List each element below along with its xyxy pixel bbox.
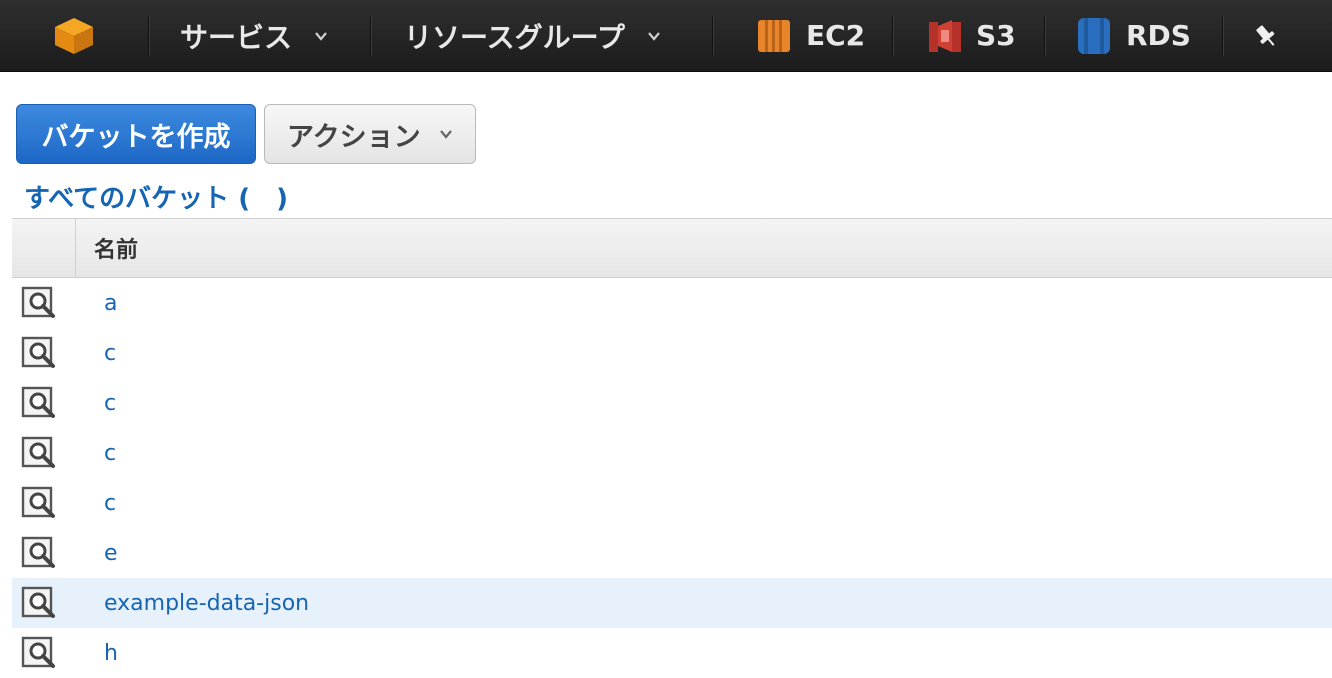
table-row[interactable]: example-data-json	[12, 578, 1332, 628]
chevron-down-icon	[648, 31, 660, 41]
services-menu[interactable]: サービス	[150, 0, 370, 72]
bucket-name-link[interactable]: e	[76, 541, 118, 566]
shortcut-s3[interactable]: S3	[894, 0, 1044, 72]
bucket-magnifier-icon[interactable]	[12, 536, 76, 570]
bucket-magnifier-icon[interactable]	[12, 286, 76, 320]
bucket-magnifier-icon[interactable]	[12, 436, 76, 470]
all-buckets-title-suffix: )	[276, 184, 288, 214]
table-row[interactable]: a	[12, 278, 1332, 328]
pin-icon[interactable]	[1224, 0, 1304, 72]
chevron-down-icon	[439, 130, 452, 139]
ec2-label: EC2	[806, 19, 866, 52]
actions-dropdown[interactable]: アクション	[264, 104, 476, 164]
column-header-name[interactable]: 名前	[76, 219, 138, 277]
bucket-magnifier-icon[interactable]	[12, 486, 76, 520]
chevron-down-icon	[315, 31, 327, 41]
resource-groups-label: リソースグループ	[404, 20, 625, 54]
bucket-name-link[interactable]: example-data-json	[76, 591, 309, 616]
bucket-name-link[interactable]: c	[76, 341, 116, 366]
bucket-name-link[interactable]: c	[76, 391, 116, 416]
bucket-magnifier-icon[interactable]	[12, 386, 76, 420]
shortcut-ec2[interactable]: EC2	[714, 0, 892, 72]
aws-logo-icon[interactable]	[0, 0, 148, 72]
table-row[interactable]: c	[12, 428, 1332, 478]
bucket-magnifier-icon[interactable]	[12, 336, 76, 370]
bucket-name-link[interactable]: a	[76, 291, 117, 316]
bucket-name-link[interactable]: h	[76, 641, 118, 666]
shortcut-rds[interactable]: RDS	[1046, 0, 1222, 72]
all-buckets-heading[interactable]: すべてのバケット ()	[24, 178, 288, 215]
column-name-label: 名前	[94, 238, 139, 263]
header-icon-column	[12, 219, 76, 277]
table-row[interactable]: c	[12, 378, 1332, 428]
create-bucket-button[interactable]: バケットを作成	[16, 104, 256, 164]
table-row[interactable]: h	[12, 628, 1332, 678]
bucket-magnifier-icon[interactable]	[12, 586, 76, 620]
table-row[interactable]: e	[12, 528, 1332, 578]
bucket-magnifier-icon[interactable]	[12, 636, 76, 670]
bucket-name-link[interactable]: c	[76, 491, 116, 516]
rds-label: RDS	[1126, 19, 1191, 52]
table-header: 名前	[12, 218, 1332, 278]
bucket-name-link[interactable]: c	[76, 441, 116, 466]
ec2-icon	[758, 19, 790, 52]
s3-label: S3	[976, 19, 1016, 52]
s3-icon	[929, 19, 961, 52]
table-row[interactable]: c	[12, 328, 1332, 378]
create-bucket-label: バケットを作成	[41, 121, 231, 153]
all-buckets-title: すべてのバケット (	[24, 184, 251, 214]
rds-icon	[1078, 17, 1110, 54]
top-nav-bar: サービス リソースグループ EC2 S3 RDS	[0, 0, 1332, 72]
resource-groups-menu[interactable]: リソースグループ	[372, 0, 712, 72]
bucket-table: 名前 a c c c c e example-data-json h	[12, 218, 1332, 678]
actions-label: アクション	[287, 121, 421, 153]
bucket-rows: a c c c c e example-data-json h	[12, 278, 1332, 678]
table-row[interactable]: c	[12, 478, 1332, 528]
services-label: サービス	[180, 20, 293, 54]
